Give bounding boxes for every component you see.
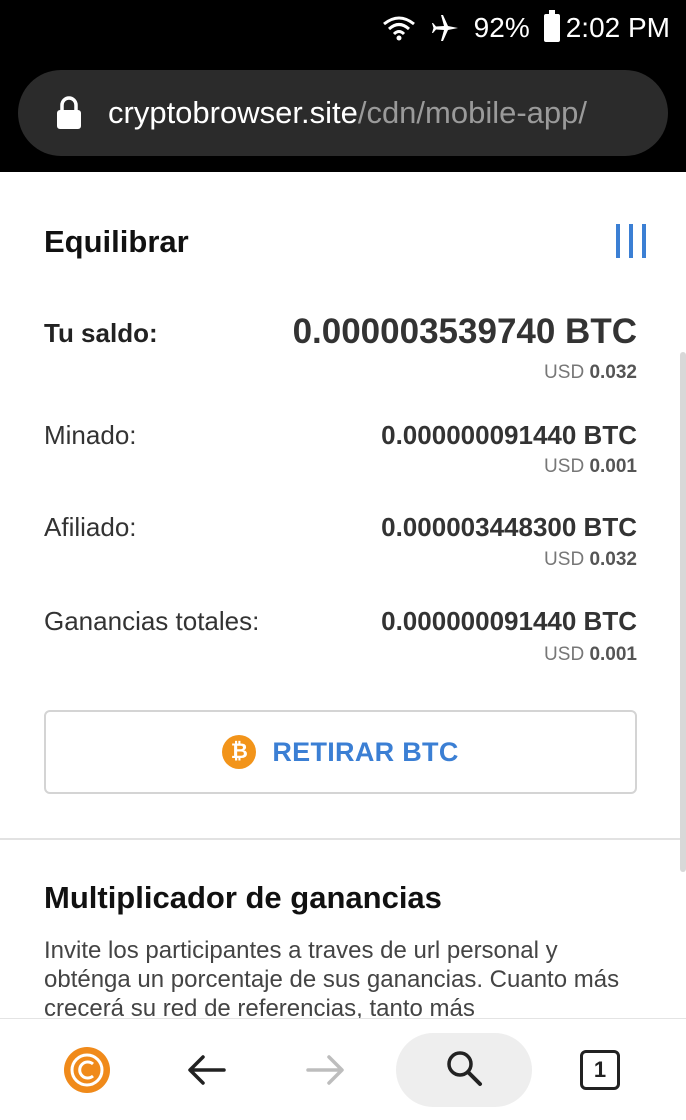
bottom-nav: 1 — [0, 1018, 686, 1120]
bitcoin-icon: ₿ — [222, 735, 257, 769]
total-earnings-btc: 0.000000091440 BTC — [381, 606, 637, 636]
wifi-icon — [382, 14, 416, 42]
total-earnings-usd: USD 0.001 — [544, 644, 637, 665]
scrollbar[interactable] — [680, 352, 686, 872]
menu-bars-icon[interactable] — [616, 224, 646, 258]
forward-arrow-icon[interactable] — [298, 1045, 354, 1095]
clock: 2:02 PM — [565, 12, 670, 43]
balance-label: Tu saldo: — [44, 318, 158, 348]
battery-level: 92% — [473, 12, 530, 43]
mined-label: Minado: — [44, 420, 137, 450]
balance-usd: USD 0.032 — [544, 362, 637, 383]
withdraw-btc-button[interactable]: ₿ RETIRAR BTC — [44, 710, 637, 794]
url-path: /cdn/mobile-app/ — [357, 95, 588, 130]
back-arrow-icon[interactable] — [178, 1045, 234, 1095]
affiliate-btc: 0.000003448300 BTC — [381, 512, 637, 542]
url-host: cryptobrowser.site — [108, 95, 358, 130]
balance-title: Equilibrar — [44, 224, 189, 259]
multiplier-title: Multiplicador de ganancias — [44, 880, 442, 915]
page-content: Equilibrar Tu saldo: 0.000003539740 BTC … — [0, 172, 686, 1018]
mined-usd: USD 0.001 — [544, 456, 637, 477]
withdraw-btc-label: RETIRAR BTC — [272, 736, 459, 767]
search-button[interactable] — [396, 1033, 532, 1107]
battery-icon — [543, 10, 564, 42]
lock-icon — [56, 96, 82, 130]
tabs-icon[interactable]: 1 — [580, 1050, 620, 1090]
affiliate-label: Afiliado: — [44, 512, 137, 542]
multiplier-description: Invite los participantes a traves de url… — [44, 937, 620, 1018]
mined-btc: 0.000000091440 BTC — [381, 420, 637, 450]
affiliate-usd: USD 0.032 — [544, 549, 637, 570]
status-bar: 92% 2:02 PM — [0, 0, 686, 56]
section-divider — [0, 838, 680, 840]
browser-toolbar: cryptobrowser.site/cdn/mobile-app/ — [0, 56, 686, 172]
search-icon — [445, 1049, 483, 1092]
url-bar[interactable]: cryptobrowser.site/cdn/mobile-app/ — [18, 70, 668, 156]
airplane-icon — [430, 13, 460, 43]
cryptotab-logo-icon[interactable] — [64, 1047, 110, 1093]
balance-btc: 0.000003539740 BTC — [292, 312, 637, 351]
total-earnings-label: Ganancias totales: — [44, 606, 260, 636]
